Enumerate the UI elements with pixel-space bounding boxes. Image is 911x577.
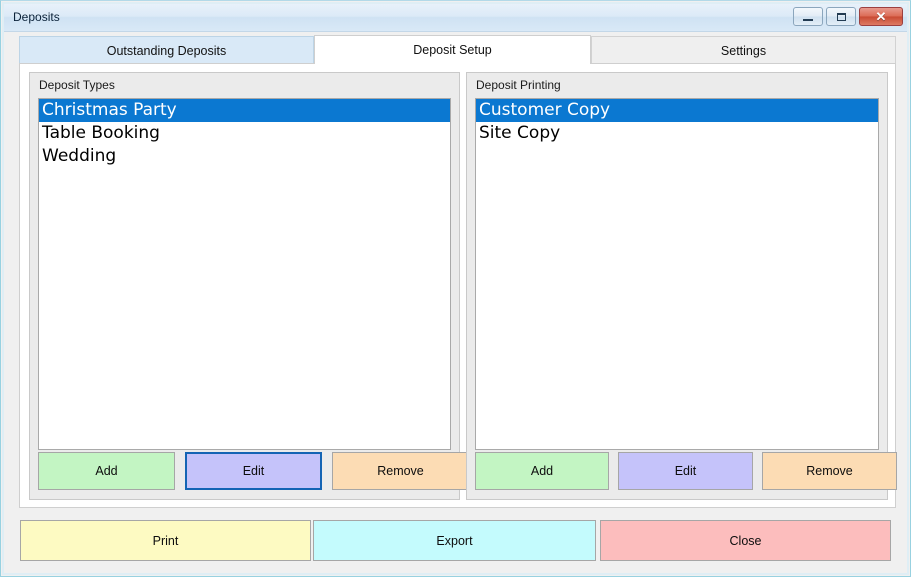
button-label: Remove: [806, 464, 853, 478]
tab-label: Settings: [721, 44, 766, 58]
deposit-setup-panel: Deposit Types Christmas Party Table Book…: [19, 63, 896, 508]
maximize-button[interactable]: [826, 7, 856, 26]
remove-deposit-type-button[interactable]: Remove: [332, 452, 469, 490]
list-item[interactable]: Christmas Party: [39, 99, 450, 122]
tab-label: Deposit Setup: [413, 43, 492, 57]
window-title: Deposits: [13, 10, 60, 24]
button-label: Export: [436, 534, 472, 548]
button-label: Add: [95, 464, 117, 478]
window-controls: ✕: [793, 7, 903, 26]
deposit-printing-group: Deposit Printing Customer Copy Site Copy…: [466, 72, 888, 500]
button-label: Print: [153, 534, 179, 548]
deposits-window: Deposits ✕ Outstanding Deposits Deposit …: [0, 0, 911, 577]
button-label: Close: [730, 534, 762, 548]
tab-strip: Outstanding Deposits Deposit Setup Setti…: [19, 36, 896, 64]
button-label: Remove: [377, 464, 424, 478]
title-bar[interactable]: Deposits ✕: [4, 4, 907, 32]
list-item[interactable]: Site Copy: [476, 122, 878, 145]
minimize-button[interactable]: [793, 7, 823, 26]
deposit-printing-listbox[interactable]: Customer Copy Site Copy: [475, 98, 879, 450]
bottom-action-bar: Print Export Close: [4, 512, 907, 577]
minimize-icon: [803, 19, 813, 21]
edit-deposit-printing-button[interactable]: Edit: [618, 452, 753, 490]
list-item[interactable]: Table Booking: [39, 122, 450, 145]
deposit-types-caption: Deposit Types: [39, 78, 115, 92]
close-window-button[interactable]: ✕: [859, 7, 903, 26]
maximize-icon: [837, 13, 846, 21]
deposit-types-group: Deposit Types Christmas Party Table Book…: [29, 72, 460, 500]
button-label: Edit: [243, 464, 265, 478]
close-icon: ✕: [876, 10, 887, 23]
tab-outstanding-deposits[interactable]: Outstanding Deposits: [19, 36, 314, 64]
list-item[interactable]: Customer Copy: [476, 99, 878, 122]
list-item[interactable]: Wedding: [39, 145, 450, 168]
tab-settings[interactable]: Settings: [591, 36, 896, 64]
edit-deposit-type-button[interactable]: Edit: [185, 452, 322, 490]
remove-deposit-printing-button[interactable]: Remove: [762, 452, 897, 490]
add-deposit-type-button[interactable]: Add: [38, 452, 175, 490]
print-button[interactable]: Print: [20, 520, 311, 561]
export-button[interactable]: Export: [313, 520, 596, 561]
tab-label: Outstanding Deposits: [107, 44, 227, 58]
button-label: Add: [531, 464, 553, 478]
add-deposit-printing-button[interactable]: Add: [475, 452, 609, 490]
deposit-types-listbox[interactable]: Christmas Party Table Booking Wedding: [38, 98, 451, 450]
close-button[interactable]: Close: [600, 520, 891, 561]
deposit-printing-caption: Deposit Printing: [476, 78, 561, 92]
window-inner-frame: Deposits ✕ Outstanding Deposits Deposit …: [2, 2, 909, 575]
deposit-types-button-row: Add Edit Remove: [38, 452, 451, 490]
deposit-printing-button-row: Add Edit Remove: [475, 452, 879, 490]
button-label: Edit: [675, 464, 697, 478]
tab-deposit-setup[interactable]: Deposit Setup: [314, 35, 591, 64]
